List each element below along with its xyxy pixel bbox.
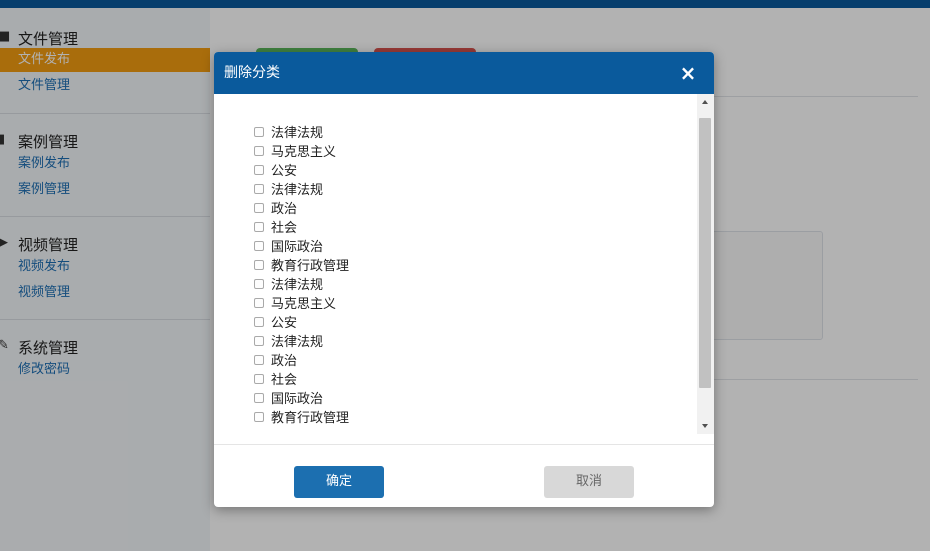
cancel-button[interactable]: 取消 [544,466,634,498]
category-checkbox[interactable] [254,298,264,308]
category-label: 法律法规 [271,278,324,293]
category-item[interactable]: 马克思主义 [254,295,694,314]
category-item[interactable]: 教育行政管理 [254,257,694,276]
category-item[interactable]: 公安 [254,162,694,181]
category-label: 马克思主义 [271,297,337,312]
category-checkbox[interactable] [254,355,264,365]
category-checkbox[interactable] [254,260,264,270]
category-item[interactable]: 国际政治 [254,390,694,409]
category-checkbox[interactable] [254,393,264,403]
scroll-up-arrow-icon[interactable] [697,94,714,111]
close-icon[interactable]: × [676,61,700,85]
category-checkbox[interactable] [254,146,264,156]
confirm-button[interactable]: 确定 [294,466,384,498]
category-checkbox[interactable] [254,336,264,346]
category-checkbox[interactable] [254,203,264,213]
category-label: 社会 [271,373,298,388]
category-item[interactable]: 法律法规 [254,333,694,352]
scrollbar-thumb[interactable] [699,118,711,388]
category-label: 社会 [271,221,298,236]
category-checkbox[interactable] [254,241,264,251]
dialog-title: 删除分类 [224,65,280,81]
category-checkbox[interactable] [254,184,264,194]
dialog-footer: 确定 取消 [214,444,714,507]
category-label: 法律法规 [271,335,324,350]
category-item[interactable]: 法律法规 [254,276,694,295]
category-checkbox[interactable] [254,165,264,175]
category-item[interactable]: 教育行政管理 [254,409,694,428]
category-list: 法律法规 马克思主义 公安 法律法规 政治 社会 国际政治 教育行政管理 法律法规 马克思主义 公安… [254,124,694,428]
category-item[interactable]: 公安 [254,314,694,333]
category-checkbox[interactable] [254,374,264,384]
category-label: 马克思主义 [271,145,337,160]
category-item[interactable]: 政治 [254,352,694,371]
category-item[interactable]: 社会 [254,371,694,390]
scroll-down-arrow-icon[interactable] [697,417,714,434]
category-label: 法律法规 [271,183,324,198]
scrollbar[interactable] [697,94,714,434]
category-label: 政治 [271,354,298,369]
category-item[interactable]: 国际政治 [254,238,694,257]
category-checkbox[interactable] [254,127,264,137]
dialog-header: 删除分类 × [214,52,714,94]
category-label: 政治 [271,202,298,217]
category-item[interactable]: 社会 [254,219,694,238]
category-checkbox[interactable] [254,317,264,327]
delete-category-dialog: 删除分类 × 法律法规 马克思主义 公安 法律法规 政治 社会 国际政治 教育行政管理 法律法规… [214,52,714,507]
dialog-body: 法律法规 马克思主义 公安 法律法规 政治 社会 国际政治 教育行政管理 法律法规 马克思主义 公安… [214,94,714,444]
category-checkbox[interactable] [254,279,264,289]
category-item[interactable]: 法律法规 [254,124,694,143]
category-label: 教育行政管理 [271,259,350,274]
category-label: 教育行政管理 [271,411,350,426]
category-checkbox[interactable] [254,412,264,422]
category-item[interactable]: 法律法规 [254,181,694,200]
category-checkbox[interactable] [254,222,264,232]
category-label: 公安 [271,164,298,179]
category-item[interactable]: 马克思主义 [254,143,694,162]
category-label: 公安 [271,316,298,331]
category-item[interactable]: 政治 [254,200,694,219]
category-label: 法律法规 [271,126,324,141]
category-label: 国际政治 [271,240,324,255]
category-label: 国际政治 [271,392,324,407]
